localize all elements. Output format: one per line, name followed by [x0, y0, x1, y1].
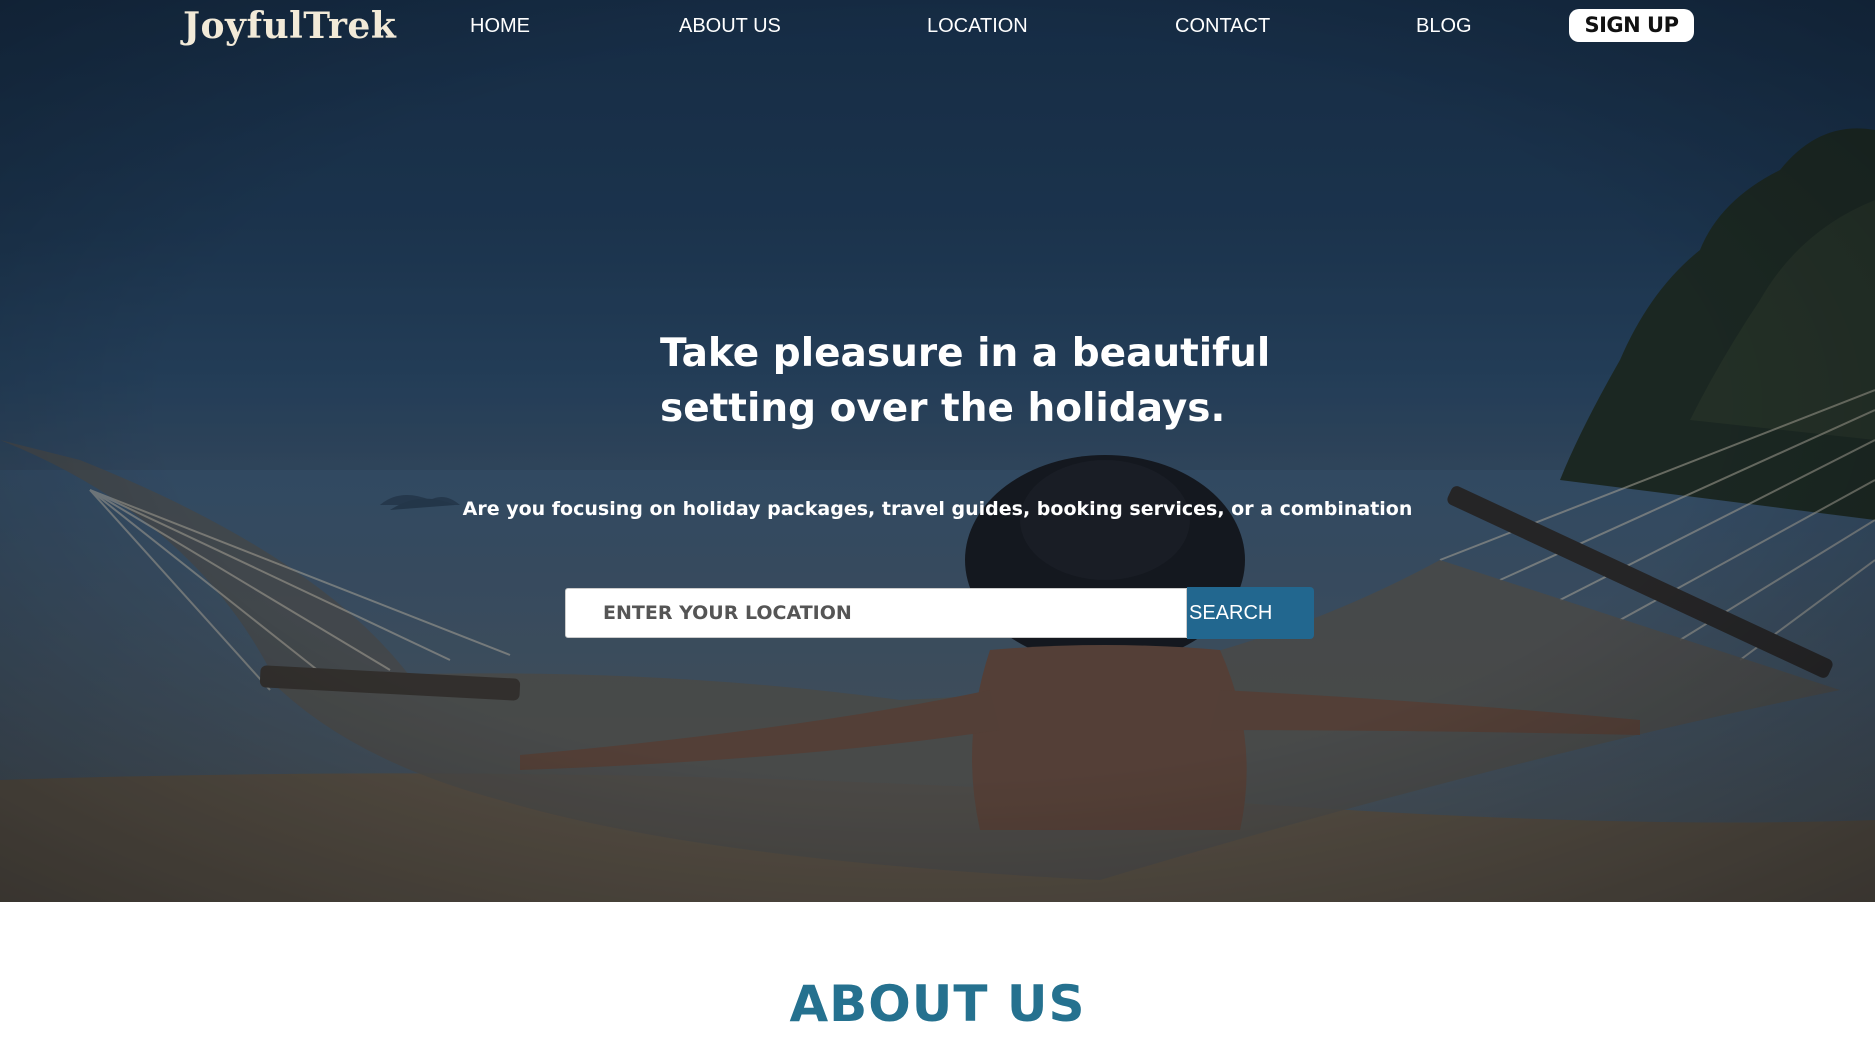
- nav-contact[interactable]: CONTACT: [1175, 15, 1270, 38]
- location-search-input[interactable]: [565, 588, 1187, 638]
- nav-location[interactable]: LOCATION: [927, 15, 1028, 38]
- brand-logo[interactable]: JoyfulTrek: [183, 5, 396, 47]
- nav-blog[interactable]: BLOG: [1416, 15, 1472, 38]
- hero-subheadline: Are you focusing on holiday packages, tr…: [462, 498, 1413, 520]
- top-navigation: JoyfulTrek HOME ABOUT US LOCATION CONTAC…: [0, 0, 1875, 54]
- hero-headline-line-1: Take pleasure in a beautiful: [660, 331, 1271, 376]
- about-us-heading: ABOUT US: [789, 975, 1086, 1033]
- hero-headline: Take pleasure in a beautiful setting ove…: [660, 326, 1280, 436]
- hero-section: JoyfulTrek HOME ABOUT US LOCATION CONTAC…: [0, 0, 1875, 902]
- search-button[interactable]: SEARCH: [1187, 587, 1314, 639]
- nav-about-us[interactable]: ABOUT US: [679, 15, 781, 38]
- sign-up-button[interactable]: SIGN UP: [1569, 9, 1694, 42]
- nav-home[interactable]: HOME: [470, 15, 530, 38]
- hero-headline-line-2: setting over the holidays.: [660, 386, 1226, 431]
- hero-background-image: [0, 0, 1875, 902]
